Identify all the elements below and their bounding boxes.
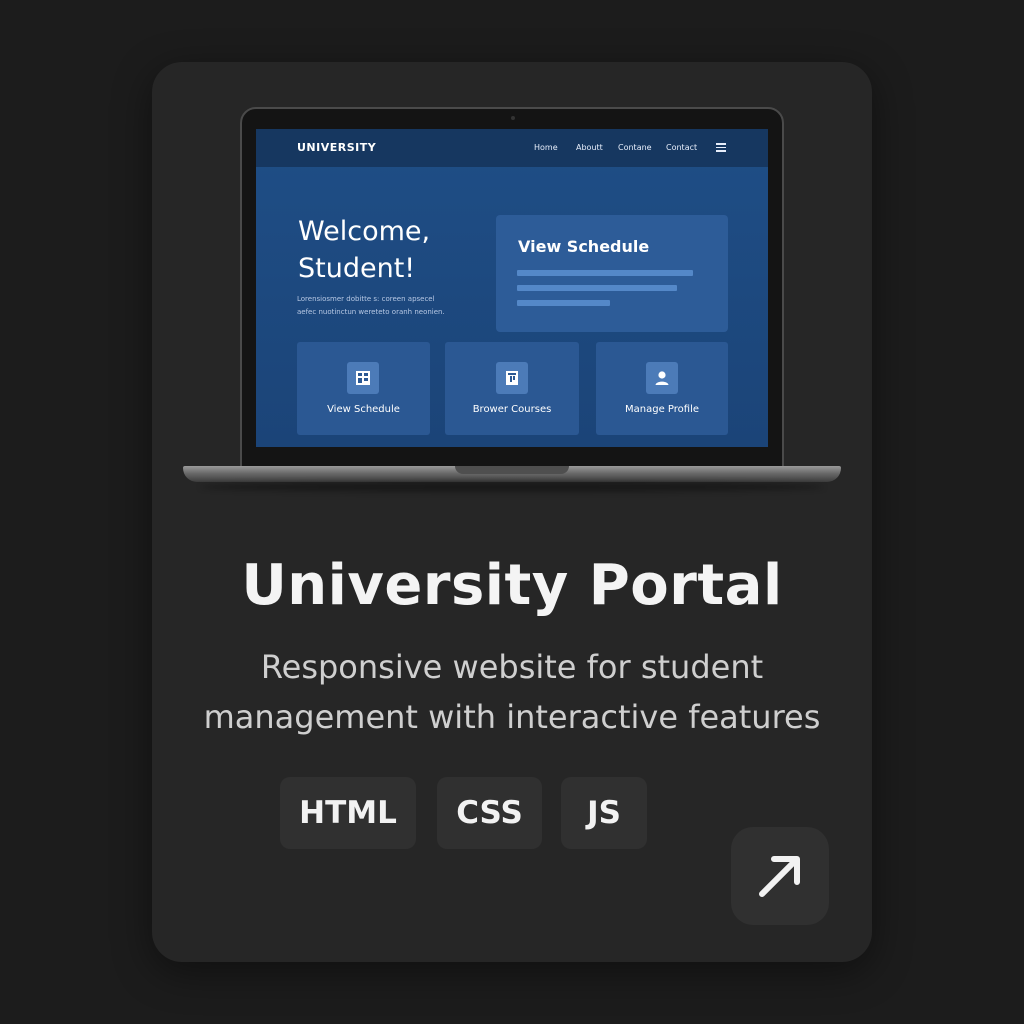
hero-text: Lorensiosmer dobitte s: coreen apsecel a… (297, 293, 477, 319)
camera-dot (511, 116, 515, 120)
tile-label: View Schedule (327, 404, 400, 415)
hero-text-line1: Lorensiosmer dobitte s: coreen apsecel (297, 295, 435, 303)
tag-js: JS (561, 777, 647, 849)
nav-link-contane[interactable]: Contane (618, 143, 652, 152)
tile-browse-courses[interactable]: Brower Courses (445, 342, 579, 435)
hero-text-line2: aefec nuotinctun wereteto oranh neonien. (297, 308, 445, 316)
schedule-line (517, 270, 693, 276)
project-description: Responsive website for student managemen… (152, 642, 872, 742)
project-title: University Portal (241, 553, 783, 618)
tile-view-schedule[interactable]: View Schedule (297, 342, 430, 435)
site-navbar: UNIVERSITY Home Aboutt Contane Contact (256, 129, 768, 167)
book-icon (496, 362, 528, 394)
schedule-line (517, 300, 610, 306)
laptop-shadow (200, 482, 824, 492)
calendar-icon (347, 362, 379, 394)
tile-label: Manage Profile (625, 404, 699, 415)
hamburger-menu-icon[interactable] (716, 143, 726, 152)
hero-title-line1: Welcome, (298, 216, 431, 247)
nav-link-about[interactable]: Aboutt (576, 143, 603, 152)
tag-css: CSS (437, 777, 542, 849)
hero-title-line2: Student! (298, 253, 416, 284)
schedule-card-title: View Schedule (518, 237, 650, 256)
laptop-mockup: UNIVERSITY Home Aboutt Contane Contact W… (240, 107, 784, 469)
user-icon (646, 362, 678, 394)
laptop-screen: UNIVERSITY Home Aboutt Contane Contact W… (256, 129, 768, 447)
site-brand[interactable]: UNIVERSITY (297, 141, 376, 154)
open-project-button[interactable] (731, 827, 829, 925)
laptop-base (183, 466, 841, 482)
tag-html: HTML (280, 777, 416, 849)
schedule-line (517, 285, 677, 291)
nav-link-contact[interactable]: Contact (666, 143, 697, 152)
tile-label: Brower Courses (472, 404, 552, 415)
nav-link-home[interactable]: Home (534, 143, 558, 152)
tile-manage-profile[interactable]: Manage Profile (596, 342, 728, 435)
project-description-line1: Responsive website for student (260, 648, 764, 686)
arrow-up-right-icon (759, 856, 800, 897)
hero-title: Welcome, Student! (298, 213, 430, 287)
schedule-card[interactable]: View Schedule (496, 215, 728, 332)
project-description-line2: management with interactive features (203, 698, 821, 736)
laptop-notch (455, 466, 569, 474)
